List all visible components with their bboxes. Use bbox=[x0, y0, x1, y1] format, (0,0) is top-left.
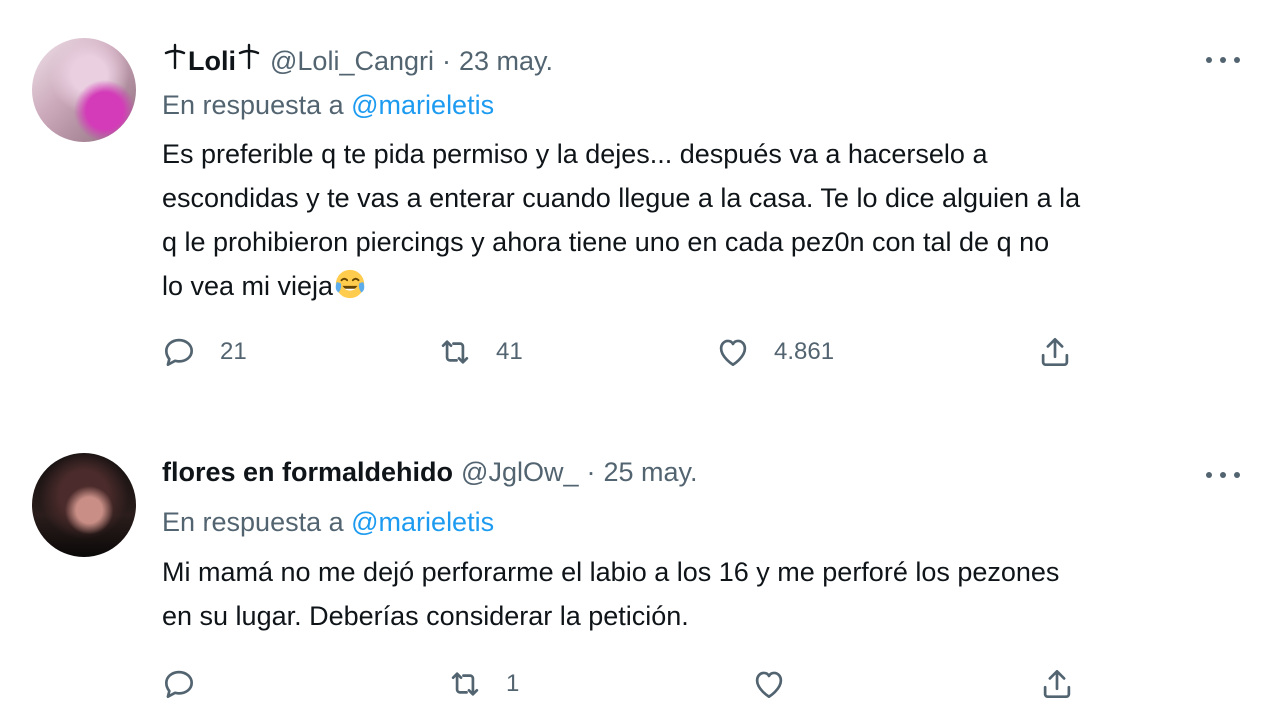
avatar[interactable] bbox=[32, 38, 136, 142]
reply-mention-link[interactable]: @marieletis bbox=[351, 507, 494, 537]
tweet-header: flores en formaldehido @JglOw_ · 25 may. bbox=[162, 457, 698, 488]
reply-prefix: En respuesta a bbox=[162, 90, 344, 120]
display-name[interactable]: Loli bbox=[188, 46, 236, 77]
tweet-date[interactable]: 25 may. bbox=[604, 457, 698, 488]
retweet-icon bbox=[441, 340, 469, 364]
tweet-text-line: q le prohibieron piercings y ahora tiene… bbox=[162, 227, 1050, 257]
more-options-icon[interactable] bbox=[1206, 50, 1240, 70]
separator-dot: · bbox=[586, 457, 596, 487]
tweet-text-line: Es preferible q te pida permiso y la dej… bbox=[162, 139, 988, 169]
heart-icon bbox=[755, 671, 783, 699]
face-with-tears-of-joy-icon bbox=[335, 269, 365, 299]
reply-count: 21 bbox=[220, 338, 247, 365]
user-handle[interactable]: @Loli_Cangri bbox=[270, 46, 434, 77]
retweet-button[interactable]: 1 bbox=[446, 664, 519, 704]
reply-button[interactable]: 21 bbox=[160, 332, 247, 372]
more-options-icon[interactable] bbox=[1206, 465, 1240, 485]
reply-context: En respuesta a @marieletis bbox=[162, 507, 494, 538]
share-icon bbox=[1043, 669, 1071, 699]
user-handle[interactable]: @JglOw_ bbox=[461, 457, 578, 488]
like-button[interactable]: 4.861 bbox=[714, 332, 834, 372]
tweet-date[interactable]: 23 may. bbox=[459, 46, 553, 77]
share-button[interactable] bbox=[1036, 332, 1074, 372]
reply-icon bbox=[164, 670, 194, 699]
like-count: 4.861 bbox=[774, 338, 835, 365]
retweet-icon bbox=[451, 672, 479, 696]
separator-dot: · bbox=[442, 46, 451, 76]
like-button[interactable] bbox=[750, 664, 810, 704]
share-button[interactable] bbox=[1038, 664, 1076, 704]
reply-icon bbox=[164, 338, 194, 367]
reply-prefix: En respuesta a bbox=[162, 507, 344, 537]
display-name[interactable]: flores en formaldehido bbox=[162, 457, 453, 488]
tweet-text: Mi mamá no me dejó perforarme el labio a… bbox=[162, 550, 1262, 638]
retweet-button[interactable]: 41 bbox=[436, 332, 523, 372]
cross-decoration-icon bbox=[238, 43, 260, 70]
reply-mention-link[interactable]: @marieletis bbox=[351, 90, 494, 120]
tweet-header: Loli @Loli_Cangri · 23 may. bbox=[162, 42, 553, 77]
heart-icon bbox=[719, 339, 747, 367]
tweet-text-fragment: lo vea mi vieja bbox=[162, 271, 334, 301]
tweet-text: Es preferible q te pida permiso y la dej… bbox=[162, 132, 1262, 308]
tweet-text-line: escondidas y te vas a enterar cuando lle… bbox=[162, 183, 1081, 213]
tweet-text-line: Mi mamá no me dejó perforarme el labio a… bbox=[162, 557, 1060, 587]
retweet-count: 41 bbox=[496, 338, 523, 365]
reply-button[interactable] bbox=[160, 664, 220, 704]
avatar[interactable] bbox=[32, 453, 136, 557]
share-icon bbox=[1041, 337, 1069, 367]
retweet-count: 1 bbox=[506, 670, 520, 697]
cross-decoration-icon bbox=[164, 43, 186, 70]
tweet-text-line: en su lugar. Deberías considerar la peti… bbox=[162, 601, 689, 631]
tweet-text-line: lo vea mi vieja bbox=[162, 264, 1262, 308]
reply-context: En respuesta a @marieletis bbox=[162, 90, 494, 121]
